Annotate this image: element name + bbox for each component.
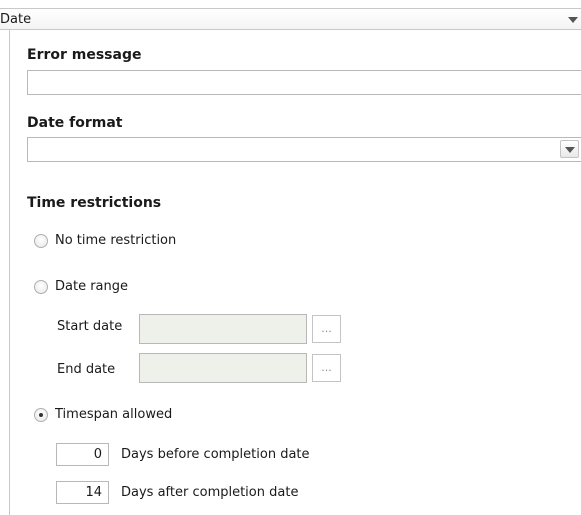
start-date-label: Start date: [57, 319, 123, 334]
error-message-input[interactable]: [27, 70, 581, 95]
end-date-picker-button[interactable]: ...: [312, 354, 341, 382]
end-date-label: End date: [57, 362, 116, 377]
settings-panel: Error message Date format Time restricti…: [9, 30, 581, 515]
radio-button-unchecked[interactable]: [34, 280, 48, 294]
days-after-input[interactable]: 14: [56, 481, 109, 504]
start-date-picker-button[interactable]: ...: [312, 315, 341, 343]
date-format-heading: Date format: [27, 115, 123, 131]
days-before-input[interactable]: 0: [56, 443, 109, 466]
validation-type-select[interactable]: Date: [0, 8, 581, 30]
days-after-label: Days after completion date: [121, 485, 299, 500]
radio-label: Date range: [55, 279, 129, 294]
date-format-select[interactable]: [27, 137, 581, 162]
days-before-label: Days before completion date: [121, 447, 310, 462]
radio-label: Timespan allowed: [55, 407, 173, 422]
chevron-down-icon[interactable]: [560, 140, 579, 158]
validation-type-value: Date: [0, 12, 32, 27]
time-restrictions-heading: Time restrictions: [27, 195, 162, 211]
radio-button-checked[interactable]: [34, 408, 48, 422]
date-validation-settings: Date Error message Date format Time rest…: [0, 0, 581, 515]
end-date-input[interactable]: [139, 353, 307, 383]
radio-label: No time restriction: [55, 233, 177, 248]
chevron-down-icon[interactable]: [568, 17, 578, 23]
error-message-heading: Error message: [27, 47, 142, 63]
radio-button-unchecked[interactable]: [34, 234, 48, 248]
start-date-input[interactable]: [139, 314, 307, 344]
